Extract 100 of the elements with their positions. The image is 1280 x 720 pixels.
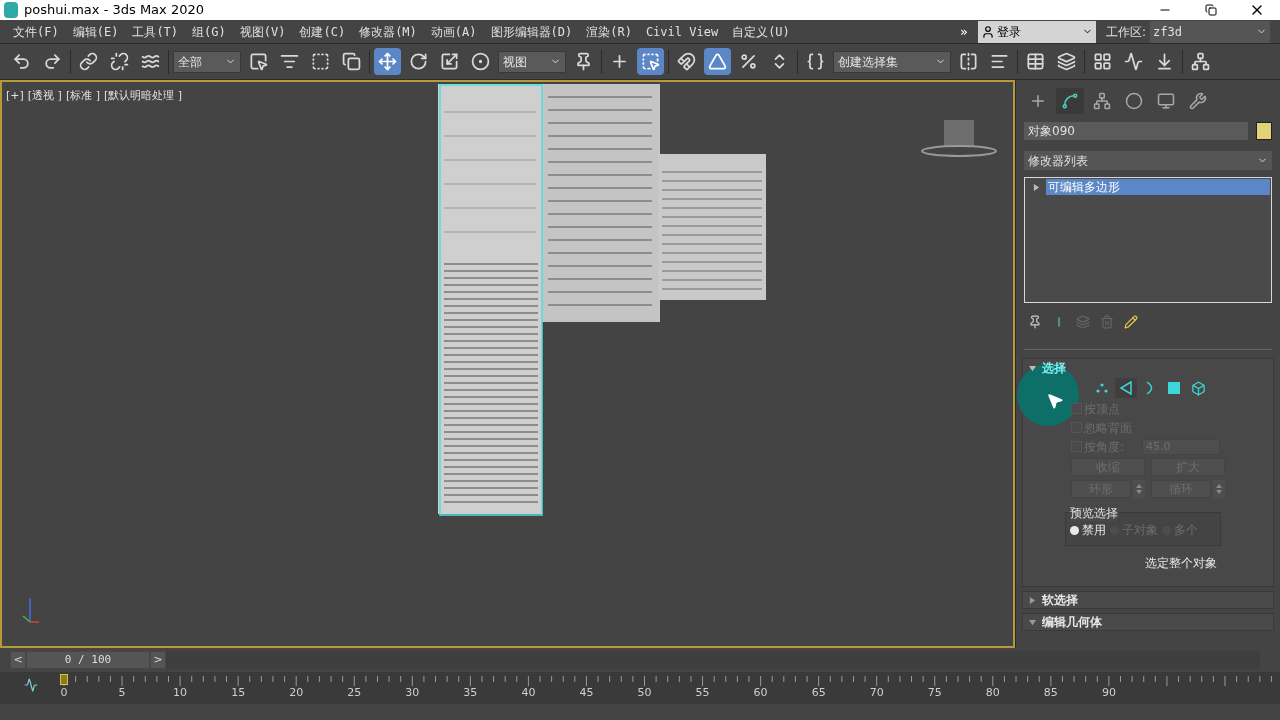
dropdown[interactable]: 视图 (498, 50, 566, 73)
frame-number: 5 (118, 685, 126, 701)
time-marker-icon[interactable] (60, 674, 68, 685)
rollout-header[interactable]: 软选择 (1022, 591, 1274, 609)
curve-icon (1124, 52, 1143, 71)
viewport-label[interactable]: [默认明暗处理 ] (104, 88, 183, 105)
unlink-icon (110, 52, 129, 71)
frame-number: 0 (60, 685, 68, 701)
menu-item[interactable]: 创建(C) (299, 22, 346, 41)
app-icon (4, 2, 18, 18)
axis-tripod-icon (20, 596, 40, 624)
rollout-toggle-icon[interactable] (1032, 183, 1040, 191)
rollout-toggle-icon[interactable] (1029, 596, 1036, 604)
link-icon (79, 52, 98, 71)
dropdown[interactable]: 全部 (173, 50, 241, 73)
workspace-dropdown[interactable]: zf3d (1150, 20, 1271, 43)
frame-number: 80 (985, 685, 1000, 701)
frame-number: 90 (1101, 685, 1116, 701)
wrench-icon (1189, 92, 1207, 110)
menu-item[interactable]: 视图(V) (239, 22, 286, 41)
user-icon (981, 24, 995, 39)
menu-item[interactable]: 修改器(M) (359, 22, 417, 41)
stack-item[interactable]: 可编辑多边形 (1046, 179, 1270, 195)
menu-overflow[interactable]: » (960, 21, 978, 42)
edge-icon[interactable] (1115, 378, 1137, 398)
frame-number: 25 (347, 685, 362, 701)
schematic-icon (1191, 52, 1210, 71)
percent-icon (739, 52, 758, 71)
next-frame-button[interactable]: > (151, 652, 165, 668)
rollout-title[interactable]: 选择 (1042, 359, 1066, 377)
menu-item[interactable]: 自定义(U) (732, 22, 790, 41)
selection-status: 选定整个对象 (1145, 555, 1218, 572)
frame-number: 65 (811, 685, 826, 701)
sign-in-dropdown[interactable]: 登录 (978, 20, 1096, 43)
time-slider-track[interactable]: < 0 / 100 > (10, 651, 1260, 669)
toolbar-button[interactable] (704, 48, 731, 75)
plus-icon (1029, 92, 1047, 110)
list-icon (280, 52, 299, 71)
previous-frame-button[interactable]: < (11, 652, 25, 668)
rollout-toggle-icon[interactable] (1029, 364, 1036, 372)
object-name-field[interactable]: 对象090 (1024, 122, 1248, 140)
dashed-square-icon (311, 52, 330, 71)
waves-icon (141, 52, 160, 71)
menu-item[interactable]: 文件(F) (13, 22, 59, 41)
frame-number: 60 (753, 685, 768, 701)
menu-item[interactable]: 编辑(E) (72, 22, 119, 41)
rollout-title[interactable]: 编辑几何体 (1042, 613, 1102, 631)
layers-icon (1057, 52, 1076, 71)
dropdown[interactable]: 创建选择集 (833, 50, 951, 73)
viewport-label[interactable]: [+] (6, 88, 24, 105)
table-icon (1026, 52, 1045, 71)
frame-number: 15 (231, 685, 246, 701)
display-icon (1157, 92, 1175, 110)
scale-icon (440, 52, 459, 71)
frame-number: 50 (637, 685, 652, 701)
frame-number: 45 (579, 685, 594, 701)
workspace-label: 工作区: (1106, 23, 1147, 41)
frame-number: 30 (405, 685, 420, 701)
mirror-icon (959, 52, 978, 71)
menu-item[interactable]: 动画(A) (430, 22, 477, 41)
snap-icon (677, 52, 696, 71)
rotate-icon (409, 52, 428, 71)
frame-number: 40 (521, 685, 536, 701)
menu-item[interactable]: Civil View (645, 22, 719, 41)
frame-number: 20 (289, 685, 304, 701)
modifier-list-dropdown[interactable]: 修改器列表 (1024, 151, 1272, 170)
rollout-toggle-icon[interactable] (1029, 618, 1036, 626)
frame-number: 35 (463, 685, 478, 701)
frame-number: 85 (1043, 685, 1058, 701)
menu-item[interactable]: 图形编辑器(D) (490, 22, 573, 41)
select-object-icon (249, 52, 268, 71)
frame-counter: 0 / 100 (27, 652, 149, 668)
radio-button[interactable] (1070, 525, 1079, 535)
download-icon (1155, 52, 1174, 71)
window-title: poshui.max - 3ds Max 2020 (24, 1, 204, 20)
time-slider-thumb[interactable]: < 0 / 100 > (10, 651, 166, 669)
braces-icon (806, 52, 825, 71)
menu-item[interactable]: 组(G) (192, 22, 226, 41)
frame-number: 55 (695, 685, 710, 701)
toolbar-button[interactable] (637, 48, 664, 75)
group-title: 预览选择 (1070, 504, 1118, 522)
restore-icon (1205, 4, 1217, 16)
modifier-stack[interactable]: 可编辑多边形 (1024, 177, 1272, 303)
rollout-header[interactable]: 编辑几何体 (1022, 613, 1274, 631)
viewport[interactable]: [+] [透视 ] [标准 ] [默认明暗处理 ] (0, 80, 1015, 648)
object-color-swatch[interactable] (1256, 122, 1272, 140)
menu-item[interactable]: 渲染(R) (586, 22, 632, 41)
toolbar-button[interactable] (374, 48, 401, 75)
frame-number: 75 (927, 685, 942, 701)
pin-icon[interactable] (1028, 315, 1042, 329)
panel-tab[interactable] (1056, 88, 1084, 114)
rollout-title[interactable]: 软选择 (1042, 591, 1078, 609)
hierarchy-icon (1093, 92, 1111, 110)
menu-item[interactable]: 工具(T) (132, 22, 179, 41)
grid-icon (1093, 52, 1112, 71)
frame-number: 10 (173, 685, 188, 701)
redo-icon (43, 52, 62, 71)
viewport-label[interactable]: [透视 ] (27, 88, 62, 105)
viewport-label[interactable]: [标准 ] (65, 88, 100, 105)
radio-label: 禁用 (1082, 522, 1106, 539)
